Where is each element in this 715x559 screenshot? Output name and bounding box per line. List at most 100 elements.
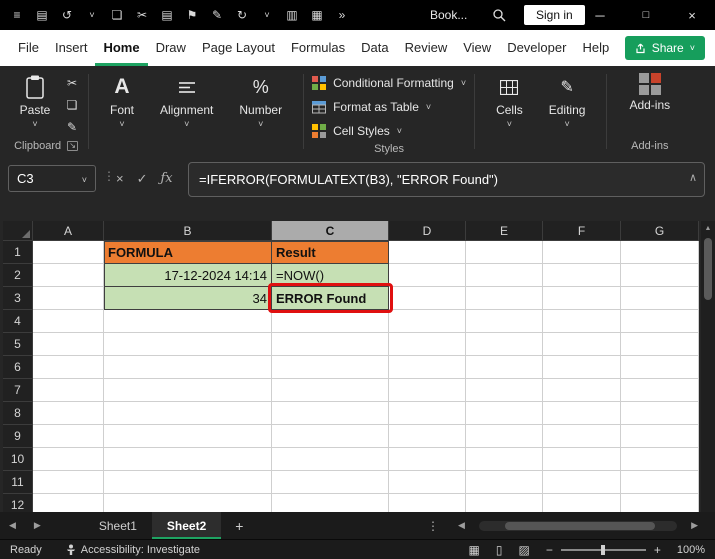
- cell-B10[interactable]: [104, 448, 272, 471]
- tab-home[interactable]: Home: [95, 30, 147, 66]
- cell-G10[interactable]: [621, 448, 699, 471]
- vertical-scrollbar[interactable]: ▲: [701, 221, 715, 512]
- cell-F9[interactable]: [543, 425, 621, 448]
- cell-A7[interactable]: [33, 379, 104, 402]
- cell-styles-button[interactable]: Cell Styles ˅: [312, 119, 466, 143]
- cell-C3[interactable]: ERROR Found: [272, 287, 389, 310]
- cell-F8[interactable]: [543, 402, 621, 425]
- cell-E1[interactable]: [466, 241, 543, 264]
- formula-bar-collapse-icon[interactable]: ∧: [689, 171, 697, 184]
- cell-E8[interactable]: [466, 402, 543, 425]
- cell-D9[interactable]: [389, 425, 466, 448]
- tab-view[interactable]: View: [455, 30, 499, 66]
- overflow-icon[interactable]: »: [335, 0, 349, 30]
- zoom-in-icon[interactable]: +: [654, 543, 661, 557]
- cell-G11[interactable]: [621, 471, 699, 494]
- row-header-3[interactable]: 3: [3, 287, 33, 310]
- cancel-icon[interactable]: ×: [116, 171, 124, 186]
- sign-in-button[interactable]: Sign in: [524, 5, 585, 25]
- cell-G3[interactable]: [621, 287, 699, 310]
- cell-B7[interactable]: [104, 379, 272, 402]
- maximize-button[interactable]: □: [623, 0, 669, 30]
- row-header-12[interactable]: 12: [3, 494, 33, 512]
- cells-button[interactable]: Cells ˅: [483, 66, 536, 157]
- hscroll-left-icon[interactable]: ◀: [449, 520, 474, 531]
- row-header-1[interactable]: 1: [3, 241, 33, 264]
- cell-E11[interactable]: [466, 471, 543, 494]
- page-break-view-icon[interactable]: ▨: [518, 543, 529, 557]
- column-header-b[interactable]: B: [104, 221, 272, 241]
- column-header-d[interactable]: D: [389, 221, 466, 241]
- row-header-10[interactable]: 10: [3, 448, 33, 471]
- column-header-c[interactable]: C: [272, 221, 389, 241]
- cell-G4[interactable]: [621, 310, 699, 333]
- row-header-7[interactable]: 7: [3, 379, 33, 402]
- add-sheet-button[interactable]: +: [221, 518, 257, 534]
- row-header-5[interactable]: 5: [3, 333, 33, 356]
- select-all-corner[interactable]: [3, 221, 33, 241]
- enter-icon[interactable]: ✓: [137, 171, 148, 187]
- formula-bar-handle[interactable]: ⋮: [103, 169, 115, 183]
- cell-C8[interactable]: [272, 402, 389, 425]
- clipboard-dialog-launcher-icon[interactable]: ↘: [67, 141, 78, 151]
- sheet-nav-next-icon[interactable]: ▶: [25, 520, 50, 531]
- format-painter-icon[interactable]: ✎: [64, 120, 80, 134]
- undo-dropdown-icon[interactable]: ˅: [85, 0, 99, 30]
- cell-G2[interactable]: [621, 264, 699, 287]
- cell-A9[interactable]: [33, 425, 104, 448]
- column-header-a[interactable]: A: [33, 221, 104, 241]
- copy-icon[interactable]: ❏: [110, 0, 124, 30]
- normal-view-icon[interactable]: ▦: [469, 543, 480, 557]
- cell-E9[interactable]: [466, 425, 543, 448]
- alignment-button[interactable]: Alignment ˅: [147, 66, 226, 157]
- tab-developer[interactable]: Developer: [499, 30, 574, 66]
- horizontal-scrollbar-thumb[interactable]: [504, 521, 655, 530]
- cell-A1[interactable]: [33, 241, 104, 264]
- zoom-level[interactable]: 100%: [677, 544, 705, 556]
- insert-function-icon[interactable]: ƒx: [161, 171, 173, 186]
- cell-C7[interactable]: [272, 379, 389, 402]
- horizontal-scrollbar[interactable]: ◀ ▶: [449, 520, 707, 531]
- cell-D7[interactable]: [389, 379, 466, 402]
- cell-F7[interactable]: [543, 379, 621, 402]
- sheet-nav-prev-icon[interactable]: ◀: [0, 520, 25, 531]
- cell-E7[interactable]: [466, 379, 543, 402]
- page-layout-view-icon[interactable]: ▯: [496, 543, 503, 557]
- cell-C1[interactable]: Result: [272, 241, 389, 264]
- scroll-up-icon[interactable]: ▲: [705, 225, 712, 232]
- cell-D8[interactable]: [389, 402, 466, 425]
- cell-A4[interactable]: [33, 310, 104, 333]
- number-button[interactable]: % Number ˅: [226, 66, 295, 157]
- cell-F4[interactable]: [543, 310, 621, 333]
- cell-F10[interactable]: [543, 448, 621, 471]
- row-header-6[interactable]: 6: [3, 356, 33, 379]
- cell-B2[interactable]: 17-12-2024 14:14: [104, 264, 272, 287]
- tab-file[interactable]: File: [10, 30, 47, 66]
- row-header-9[interactable]: 9: [3, 425, 33, 448]
- paste-button[interactable]: Paste ˅: [12, 66, 58, 140]
- search-icon[interactable]: [492, 8, 506, 27]
- cell-F1[interactable]: [543, 241, 621, 264]
- cell-A3[interactable]: [33, 287, 104, 310]
- cell-F6[interactable]: [543, 356, 621, 379]
- cell-G1[interactable]: [621, 241, 699, 264]
- addins-button[interactable]: Add-ins: [615, 66, 684, 112]
- cell-D1[interactable]: [389, 241, 466, 264]
- tab-help[interactable]: Help: [574, 30, 617, 66]
- cell-A5[interactable]: [33, 333, 104, 356]
- cell-C11[interactable]: [272, 471, 389, 494]
- close-button[interactable]: ×: [669, 0, 715, 30]
- cell-C2[interactable]: =NOW(): [272, 264, 389, 287]
- cell-B6[interactable]: [104, 356, 272, 379]
- cell-G5[interactable]: [621, 333, 699, 356]
- format-painter-icon[interactable]: ✎: [210, 0, 224, 30]
- cell-D5[interactable]: [389, 333, 466, 356]
- cell-E4[interactable]: [466, 310, 543, 333]
- cell-F2[interactable]: [543, 264, 621, 287]
- cell-A10[interactable]: [33, 448, 104, 471]
- zoom-slider[interactable]: [560, 544, 646, 555]
- cell-B9[interactable]: [104, 425, 272, 448]
- cell-B4[interactable]: [104, 310, 272, 333]
- name-box[interactable]: C3 ˅: [8, 165, 96, 192]
- redo-icon[interactable]: ↻: [235, 0, 249, 30]
